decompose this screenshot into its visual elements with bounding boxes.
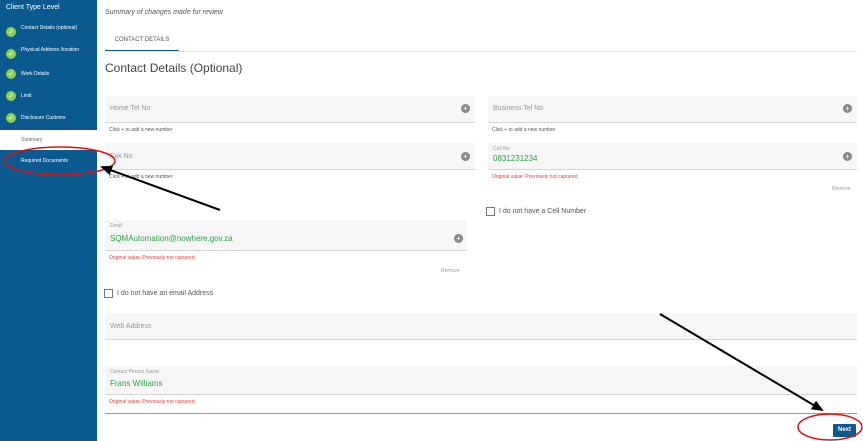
annotation-arrow-required-documents <box>100 165 221 211</box>
annotation-circle-next <box>797 413 863 441</box>
annotation-circle-required-documents <box>4 146 116 176</box>
annotation-arrow-next <box>659 313 824 412</box>
annotation-overlay <box>4 146 863 441</box>
